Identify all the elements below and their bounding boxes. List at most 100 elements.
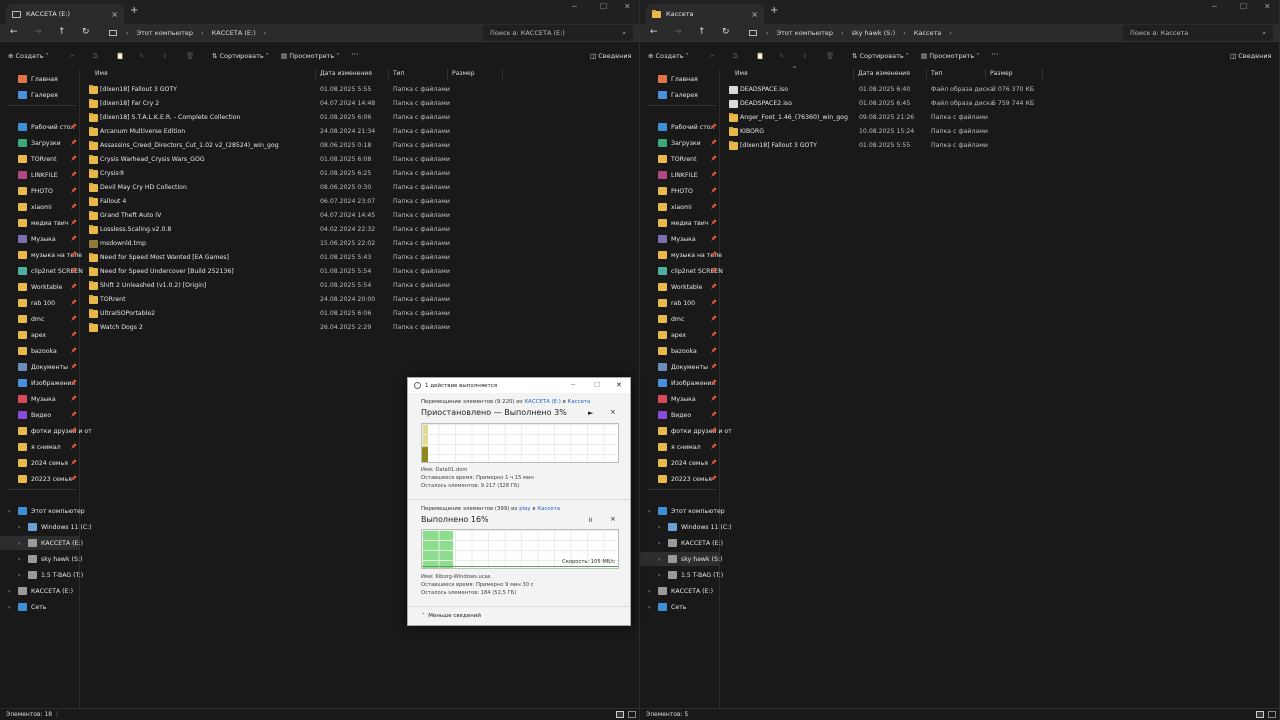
sidebar-item[interactable]: 20223 семья 📌 xyxy=(640,472,720,486)
up-button[interactable]: ↑ xyxy=(698,27,706,37)
sidebar-item[interactable]: Видео 📌 xyxy=(640,408,720,422)
forward-button[interactable]: → xyxy=(34,27,42,37)
sidebar-item[interactable]: Главная xyxy=(640,72,720,86)
sidebar-item[interactable]: › 1.5 T-BAG (T:) xyxy=(640,568,723,582)
more-button[interactable]: ··· xyxy=(991,50,999,59)
file-row[interactable]: [dixen18] Fallout 3 GOTY 01.08.2025 5:55 П… xyxy=(86,83,639,97)
column-size[interactable]: Размер xyxy=(990,70,1013,77)
sidebar-item[interactable]: Загрузки 📌 xyxy=(640,136,720,150)
sidebar-item[interactable]: фотки друзей и от 📌 xyxy=(640,424,732,438)
sidebar-item[interactable]: bazooka 📌 xyxy=(0,344,80,358)
sidebar-item[interactable]: xiaomi 📌 xyxy=(640,200,720,214)
sidebar-item[interactable]: › Windows 11 (C:) xyxy=(640,520,732,534)
breadcrumb[interactable]: › Этот компьютер › sky hawk (S:) › Кассе… xyxy=(744,25,1114,41)
file-row[interactable]: Watch Dogs 2 26.04.2025 2:29 Папка с файла… xyxy=(86,321,639,335)
breadcrumb-item[interactable]: Кассета xyxy=(914,29,942,37)
close-window-button[interactable]: ✕ xyxy=(1264,2,1271,11)
chevron-right-icon[interactable]: › xyxy=(648,604,650,611)
refresh-button[interactable]: ↻ xyxy=(722,27,730,37)
close-window-button[interactable]: ✕ xyxy=(624,2,631,11)
breadcrumb[interactable]: › Этот компьютер › КАССЕТА (E:) › xyxy=(104,25,474,41)
chevron-right-icon[interactable]: › xyxy=(18,572,20,579)
file-row[interactable]: DEADSPACE.iso 01.08.2025 6:40 Файл образа … xyxy=(726,83,1279,97)
file-row[interactable]: [dixen18] S.T.A.L.K.E.R. - Complete Coll… xyxy=(86,111,639,125)
refresh-button[interactable]: ↻ xyxy=(82,27,90,37)
sidebar-item[interactable]: apex 📌 xyxy=(640,328,720,342)
paste-icon[interactable]: 📋 xyxy=(116,52,124,60)
tab-kasseta[interactable]: КАССЕТА (E:) × xyxy=(6,4,124,24)
new-tab-button[interactable]: + xyxy=(130,5,138,16)
sidebar-item[interactable]: 20223 семья 📌 xyxy=(0,472,80,486)
chevron-right-icon[interactable]: › xyxy=(658,556,660,563)
delete-icon[interactable]: 🗑 xyxy=(826,52,834,60)
delete-icon[interactable]: 🗑 xyxy=(186,52,194,60)
sidebar-item[interactable]: я снимал 📌 xyxy=(0,440,80,454)
column-date[interactable]: Дата изменения xyxy=(320,70,372,77)
file-row[interactable]: Anger_Foot_1.46_(76360)_win_gog 09.08.202… xyxy=(726,111,1279,125)
forward-button[interactable]: → xyxy=(674,27,682,37)
chevron-right-icon[interactable]: › xyxy=(658,572,660,579)
new-tab-button[interactable]: + xyxy=(770,5,778,16)
resume-icon[interactable]: ► xyxy=(588,409,593,417)
details-button[interactable]: ◫ Сведения xyxy=(590,52,631,60)
minimize-button[interactable]: ─ xyxy=(572,2,577,11)
minimize-button[interactable]: ─ xyxy=(1212,2,1217,11)
file-row[interactable]: Devil May Cry HD Collection 08.06.2025 0:… xyxy=(86,181,639,195)
column-date[interactable]: Дата изменения xyxy=(858,70,910,77)
file-row[interactable]: Need for Speed Undercover [Build 252136]… xyxy=(86,265,639,279)
share-icon[interactable]: ⇪ xyxy=(802,52,807,60)
sidebar-item[interactable]: 2024 семья 📌 xyxy=(640,456,720,470)
file-row[interactable]: Shift 2 Unleashed (v1.0.2) [Origin] 01.08… xyxy=(86,279,639,293)
more-button[interactable]: ··· xyxy=(351,50,359,59)
sidebar-item[interactable]: LINKFILE 📌 xyxy=(640,168,720,182)
sidebar-item[interactable]: › 1.5 T-BAG (T:) xyxy=(0,568,83,582)
file-row[interactable]: DEADSPACE2.iso 01.08.2025 6:45 Файл образа… xyxy=(726,97,1279,111)
create-button[interactable]: ⊕ Создать ˅ xyxy=(648,52,689,60)
sidebar-item[interactable]: dmc 📌 xyxy=(640,312,720,326)
sidebar-item[interactable]: dmc 📌 xyxy=(0,312,80,326)
sidebar-item[interactable]: Главная xyxy=(0,72,80,86)
sidebar-item[interactable]: clip2net SCREEN 📌 xyxy=(0,264,83,278)
sidebar-item[interactable]: PHOTO 📌 xyxy=(640,184,720,198)
chevron-right-icon[interactable]: › xyxy=(18,556,20,563)
file-row[interactable]: Grand Theft Auto IV 04.07.2024 14:45 Папка… xyxy=(86,209,639,223)
file-row[interactable]: Assassins_Creed_Directors_Cut_1.02 v2_(2… xyxy=(86,139,639,153)
sidebar-item[interactable]: Рабочий стол 📌 xyxy=(640,120,720,134)
sidebar-item[interactable]: › Windows 11 (C:) xyxy=(0,520,92,534)
sidebar-item[interactable]: LINKFILE 📌 xyxy=(0,168,80,182)
file-row[interactable]: Crysis Warhead_Crysis Wars_GOG 01.08.2025… xyxy=(86,153,639,167)
column-divider[interactable] xyxy=(315,69,316,79)
sidebar-item[interactable]: Видео 📌 xyxy=(0,408,80,422)
cancel-icon[interactable]: × xyxy=(610,408,616,416)
sidebar-item[interactable]: › Этот компьютер xyxy=(0,504,85,518)
sidebar-item[interactable]: › КАССЕТА (E:) xyxy=(0,584,80,598)
sidebar-item[interactable]: › Этот компьютер xyxy=(640,504,725,518)
sidebar-item[interactable]: › Сеть xyxy=(0,600,80,614)
maximize-button[interactable]: ☐ xyxy=(594,381,600,389)
back-button[interactable]: ← xyxy=(650,27,658,37)
sidebar-item[interactable]: rab 100 📌 xyxy=(640,296,720,310)
search-input[interactable]: Поиск в: Кассета ⌕ xyxy=(1123,25,1273,41)
file-row[interactable]: Lossless.Scaling.v2.0.8 04.02.2024 22:32 П… xyxy=(86,223,639,237)
details-view-button[interactable] xyxy=(1256,711,1264,718)
sidebar-item[interactable]: Worktable 📌 xyxy=(640,280,720,294)
column-type[interactable]: Тип xyxy=(931,70,943,77)
sidebar-item[interactable]: bazooka 📌 xyxy=(640,344,720,358)
source-link[interactable]: КАССЕТА (E:) xyxy=(524,399,561,405)
sidebar-item[interactable]: TORrent 📌 xyxy=(640,152,720,166)
file-row[interactable]: TORrent 24.08.2024 20:00 Папка с файлами xyxy=(86,293,639,307)
sidebar-item[interactable]: музыка на теле 📌 xyxy=(0,248,82,262)
close-dialog-button[interactable]: ✕ xyxy=(616,381,622,389)
breadcrumb-item[interactable]: sky hawk (S:) xyxy=(852,29,895,37)
sidebar-item[interactable]: apex 📌 xyxy=(0,328,80,342)
sidebar-item[interactable]: TORrent 📌 xyxy=(0,152,80,166)
paste-icon[interactable]: 📋 xyxy=(756,52,764,60)
breadcrumb-item[interactable]: Этот компьютер xyxy=(137,29,193,37)
tab-kasseta-folder[interactable]: Кассета × xyxy=(646,4,764,24)
sidebar-item[interactable]: Изображения 📌 xyxy=(640,376,720,390)
sort-button[interactable]: ⇅ Сортировать ˅ xyxy=(852,52,909,60)
fewer-details-button[interactable]: ˄ Меньше сведений xyxy=(422,613,481,619)
column-divider[interactable] xyxy=(853,69,854,79)
close-tab-icon[interactable]: × xyxy=(751,10,758,19)
sidebar-item[interactable]: Worktable 📌 xyxy=(0,280,80,294)
